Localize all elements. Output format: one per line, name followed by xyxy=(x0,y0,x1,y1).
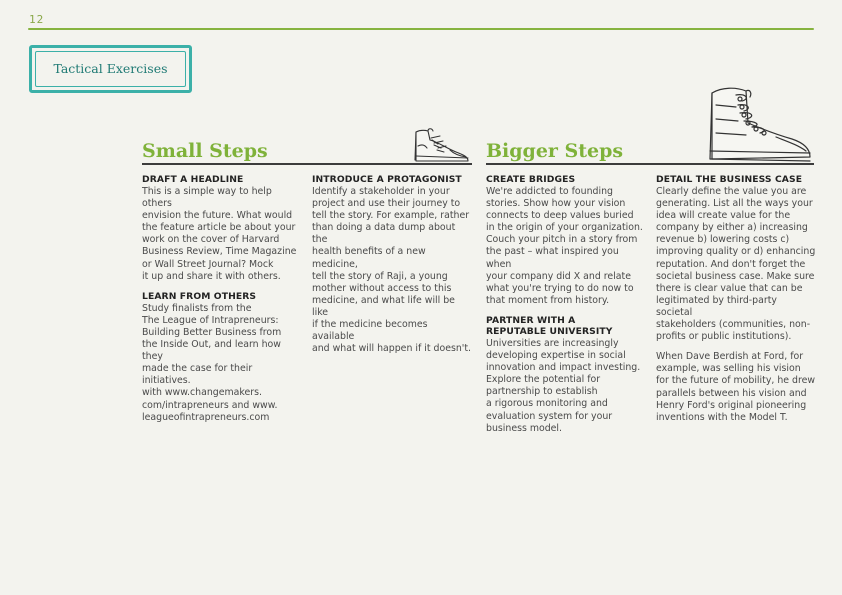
block-title: LEARN FROM OTHERS xyxy=(142,290,257,302)
block-body: Study finalists from the The League of I… xyxy=(142,302,282,423)
small-steps-heading: Small Steps xyxy=(142,140,268,162)
bigger-steps-heading: Bigger Steps xyxy=(486,140,624,162)
block-title: INTRODUCE A PROTAGONIST xyxy=(312,174,462,185)
section-label: Tactical Exercises xyxy=(53,61,168,76)
block-title: PARTNER WITH A REPUTABLE UNIVERSITY xyxy=(486,314,613,337)
bigger-steps-rule xyxy=(486,163,814,165)
block-body: We're addicted to founding stories. Show… xyxy=(486,186,643,306)
small-steps-column-1: DRAFT A HEADLINE This is a simple way to… xyxy=(142,174,302,432)
block-body: Universities are increasingly developing… xyxy=(486,337,641,434)
small-steps-rule xyxy=(142,163,472,165)
block-title: CREATE BRIDGES xyxy=(486,174,576,185)
bigger-steps-column-1: CREATE BRIDGES We're addicted to foundin… xyxy=(486,174,646,443)
sneaker-icon xyxy=(414,128,469,162)
hiking-boot-icon xyxy=(709,87,811,162)
block-body: When Dave Berdish at Ford, for example, … xyxy=(656,351,816,423)
section-stamp: Tactical Exercises xyxy=(29,45,192,93)
bigger-steps-column-2: DETAIL THE BUSINESS CASE Clearly define … xyxy=(656,174,816,432)
block-title: DETAIL THE BUSINESS CASE xyxy=(656,174,803,185)
block-body: Identify a stakeholder in your project a… xyxy=(312,186,472,355)
block-body: This is a simple way to help others envi… xyxy=(142,186,297,282)
page-number: 12 xyxy=(29,13,45,26)
top-divider xyxy=(28,28,814,30)
block-title: DRAFT A HEADLINE xyxy=(142,174,244,185)
block-body: Clearly define the value you are generat… xyxy=(656,186,816,343)
small-steps-column-2: INTRODUCE A PROTAGONIST Identify a stake… xyxy=(312,174,472,363)
